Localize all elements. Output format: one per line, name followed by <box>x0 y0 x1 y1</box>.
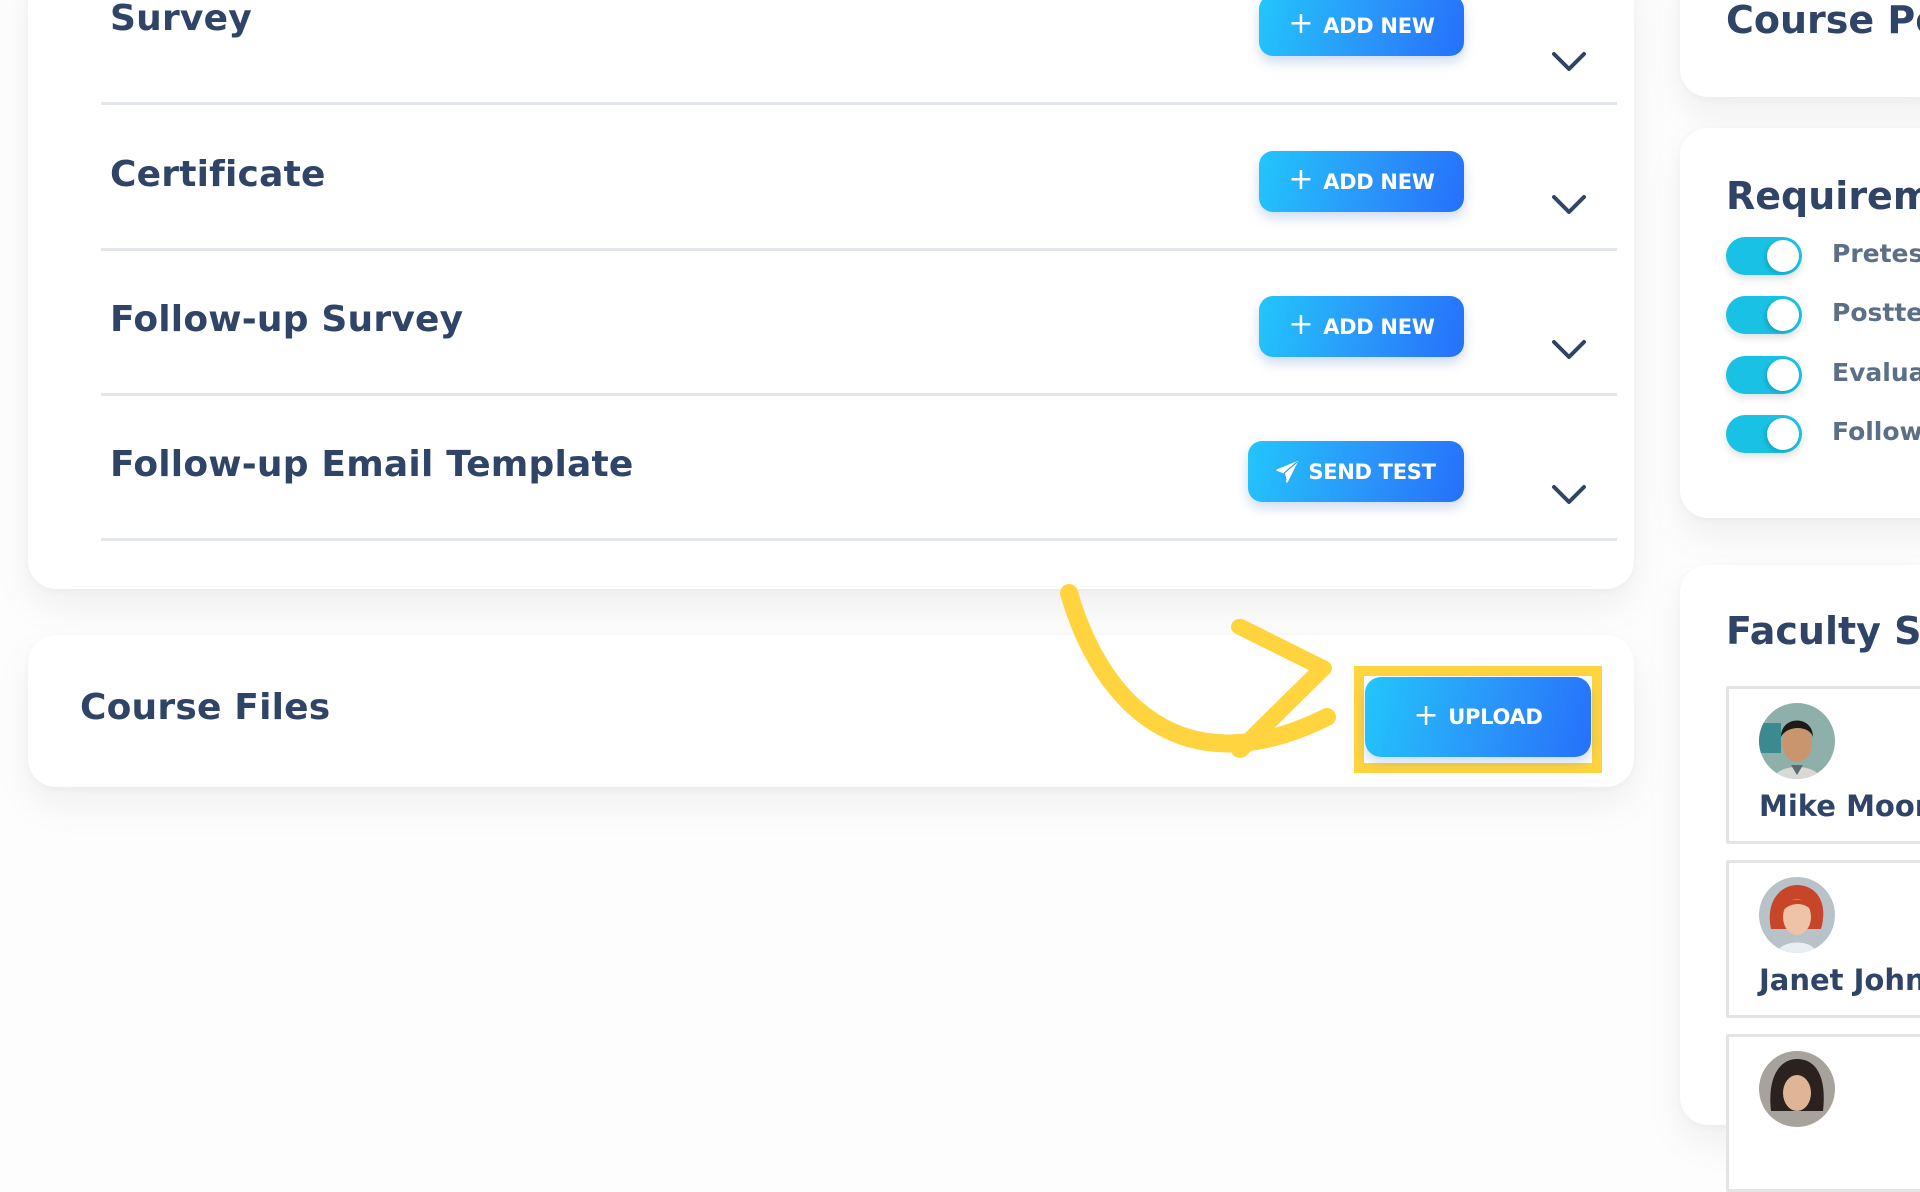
toggle-evaluation[interactable] <box>1726 356 1802 394</box>
section-follow-up-survey: Follow-up Survey + ADD NEW <box>101 251 1617 396</box>
section-title: Survey <box>110 0 252 39</box>
plus-icon: + <box>1288 6 1314 41</box>
toggle-label: Pretest <box>1832 239 1920 268</box>
send-test-button[interactable]: SEND TEST <box>1248 441 1464 502</box>
button-label: ADD NEW <box>1323 169 1435 194</box>
person-name: Janet Johnson <box>1759 963 1920 997</box>
chevron-down-icon[interactable] <box>1550 483 1588 507</box>
course-points-title: Course Po <box>1726 0 1920 42</box>
requirements-title: Requireme <box>1726 174 1920 218</box>
toggle-pretest[interactable] <box>1726 237 1802 275</box>
course-points-card: Course Po <box>1680 0 1920 97</box>
avatar <box>1759 703 1835 779</box>
faculty-person-card[interactable]: Janet Johnson <box>1726 860 1920 1018</box>
button-label: ADD NEW <box>1323 13 1435 38</box>
avatar <box>1759 1051 1835 1127</box>
toggle-knob <box>1767 359 1799 391</box>
button-label: SEND TEST <box>1308 459 1436 484</box>
toggle-label: Follow <box>1832 417 1920 446</box>
paper-plane-icon <box>1276 460 1299 483</box>
section-follow-up-email-template: Follow-up Email Template SEND TEST <box>101 396 1617 541</box>
add-new-survey-button[interactable]: + ADD NEW <box>1259 0 1464 56</box>
add-new-certificate-button[interactable]: + ADD NEW <box>1259 151 1464 212</box>
section-certificate: Certificate + ADD NEW <box>101 106 1617 251</box>
toggle-knob <box>1767 299 1799 331</box>
section-survey: Survey + ADD NEW <box>101 0 1617 105</box>
course-components-card: Survey + ADD NEW Certificate + ADD NEW F… <box>28 0 1634 589</box>
plus-icon: + <box>1288 307 1314 342</box>
button-label: ADD NEW <box>1323 314 1435 339</box>
annotation-highlight-box: + UPLOAD <box>1354 666 1602 773</box>
course-files-title: Course Files <box>80 687 331 728</box>
chevron-down-icon[interactable] <box>1550 50 1588 74</box>
toggle-knob <box>1767 418 1799 450</box>
plus-icon: + <box>1288 162 1314 197</box>
add-new-follow-up-survey-button[interactable]: + ADD NEW <box>1259 296 1464 357</box>
toggle-label: Evaluation <box>1832 358 1920 387</box>
section-title: Follow-up Survey <box>110 299 464 340</box>
person-name: Mike Moore <box>1759 789 1920 823</box>
plus-icon: + <box>1413 697 1439 733</box>
toggle-follow-up[interactable] <box>1726 415 1802 453</box>
faculty-person-card[interactable]: Mike Moore <box>1726 686 1920 844</box>
chevron-down-icon[interactable] <box>1550 338 1588 362</box>
faculty-title: Faculty Se <box>1726 609 1920 653</box>
toggle-label: Posttest <box>1832 298 1920 327</box>
requirements-card: Requireme Pretest Posttest Evaluation Fo… <box>1680 128 1920 518</box>
section-title: Follow-up Email Template <box>110 444 634 485</box>
toggle-posttest[interactable] <box>1726 296 1802 334</box>
avatar <box>1759 877 1835 953</box>
upload-button[interactable]: + UPLOAD <box>1365 677 1591 757</box>
section-title: Certificate <box>110 154 326 195</box>
faculty-person-card[interactable] <box>1726 1034 1920 1192</box>
chevron-down-icon[interactable] <box>1550 193 1588 217</box>
toggle-knob <box>1767 240 1799 272</box>
faculty-card: Faculty Se Mike Moore Janet Johnson <box>1680 565 1920 1192</box>
button-label: UPLOAD <box>1448 705 1543 729</box>
